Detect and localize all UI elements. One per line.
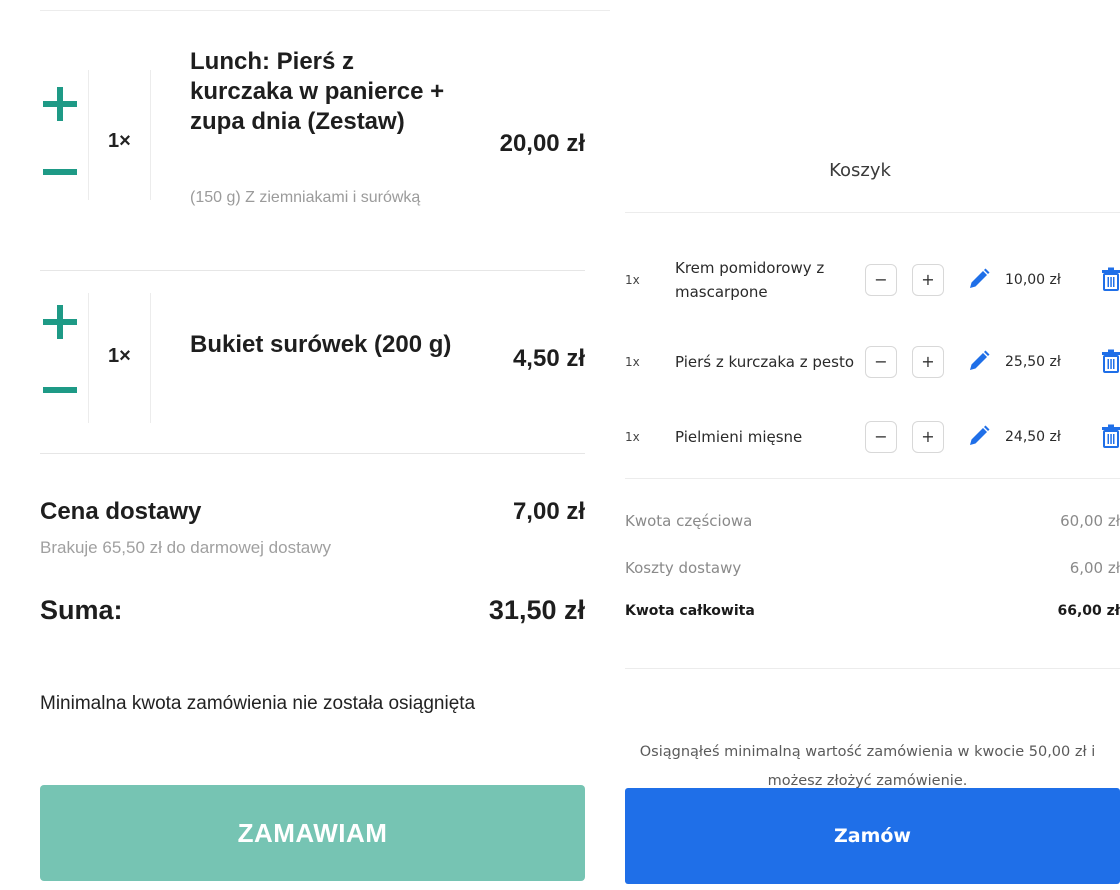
item-quantity: 1× <box>108 345 131 367</box>
divider <box>150 70 151 200</box>
delivery-label: Cena dostawy <box>40 498 202 525</box>
divider <box>40 270 585 271</box>
item-price: 24,50 zł <box>1005 429 1061 445</box>
decrease-button[interactable]: − <box>865 346 897 378</box>
trash-icon[interactable] <box>1101 349 1120 373</box>
sum-label: Suma: <box>40 595 123 625</box>
delivery-cost-label: Koszty dostawy <box>625 559 742 577</box>
divider <box>88 293 89 423</box>
total-value: 66,00 zł <box>1057 603 1120 619</box>
item-price: 20,00 zł <box>499 130 585 157</box>
increase-button[interactable]: + <box>912 346 944 378</box>
trash-icon[interactable] <box>1101 424 1120 448</box>
plus-icon[interactable] <box>43 87 77 121</box>
delivery-price: 7,00 zł <box>512 498 585 525</box>
divider <box>150 293 151 423</box>
subtotal-label: Kwota częściowa <box>625 512 753 530</box>
cart-item: 1× Bukiet surówek (200 g) 4,50 zł <box>40 285 585 455</box>
divider <box>625 212 1120 213</box>
item-name-text: Pierś z kurczaka z pesto <box>675 353 855 371</box>
order-button[interactable]: ZAMAWIAM <box>40 785 585 881</box>
item-name: Krem pomidorowy z mascarpone <box>675 255 855 305</box>
increase-button[interactable]: + <box>912 264 944 296</box>
divider <box>625 668 1120 669</box>
pencil-icon[interactable] <box>967 424 991 448</box>
minimum-order-note: Minimalna kwota zamówienia nie została o… <box>40 693 476 714</box>
total-label: Kwota całkowita <box>625 603 755 619</box>
divider <box>88 70 89 200</box>
item-name: Bukiet surówek (200 g) <box>190 331 452 358</box>
increase-button[interactable]: + <box>912 421 944 453</box>
delivery-cost-value: 6,00 zł <box>1069 559 1120 577</box>
pencil-icon[interactable] <box>967 349 991 373</box>
order-button[interactable]: Zamów <box>625 788 1120 884</box>
item-quantity: 1x <box>625 273 640 287</box>
right-cart-panel: Koszyk 1x Krem pomidorowy z mascarpone −… <box>610 0 1120 890</box>
cart-item: 1× Lunch: Pierś z kurczaka w panierce + … <box>40 48 585 270</box>
divider <box>40 10 610 11</box>
plus-icon[interactable] <box>43 305 77 339</box>
item-quantity: 1x <box>625 355 640 369</box>
decrease-button[interactable]: − <box>865 264 897 296</box>
divider <box>40 453 585 454</box>
item-name-text: Pielmieni mięsne <box>675 428 803 446</box>
left-cart-panel: 1× Lunch: Pierś z kurczaka w panierce + … <box>0 0 610 890</box>
subtotal-row: Kwota częściowa 60,00 zł <box>625 512 1120 530</box>
free-delivery-note: Brakuje 65,50 zł do darmowej dostawy <box>40 538 332 557</box>
total-row: Kwota całkowita 66,00 zł <box>625 603 1120 619</box>
trash-icon[interactable] <box>1101 267 1120 291</box>
item-name: Lunch: Pierś z kurczaka w panierce + zup… <box>190 48 445 135</box>
delivery-cost-row: Koszty dostawy 6,00 zł <box>625 559 1120 577</box>
minus-icon[interactable] <box>43 155 77 189</box>
subtotal-value: 60,00 zł <box>1060 512 1120 530</box>
item-price: 25,50 zł <box>1005 354 1061 370</box>
cart-title: Koszyk <box>829 160 891 181</box>
quantity-stepper <box>40 285 80 425</box>
divider <box>625 478 1120 479</box>
item-name: Pierś z kurczaka z pesto <box>675 337 855 387</box>
cart-row: 1x Pierś z kurczaka z pesto − + 25,50 zł <box>625 337 1120 387</box>
item-price: 10,00 zł <box>1005 272 1061 288</box>
quantity-stepper <box>40 55 80 215</box>
item-price: 4,50 zł <box>512 345 585 372</box>
pencil-icon[interactable] <box>967 267 991 291</box>
minus-icon[interactable] <box>43 373 77 407</box>
item-name-text: Krem pomidorowy z mascarpone <box>675 259 825 301</box>
item-quantity: 1× <box>108 130 131 152</box>
sum-value: 31,50 zł <box>488 595 585 625</box>
decrease-button[interactable]: − <box>865 421 897 453</box>
item-quantity: 1x <box>625 430 640 444</box>
cart-row: 1x Krem pomidorowy z mascarpone − + 10,0… <box>625 255 1120 305</box>
item-description: (150 g) Z ziemniakami i surówką <box>190 189 421 206</box>
item-name: Pielmieni mięsne <box>675 412 855 462</box>
cart-row: 1x Pielmieni mięsne − + 24,50 zł <box>625 412 1120 462</box>
